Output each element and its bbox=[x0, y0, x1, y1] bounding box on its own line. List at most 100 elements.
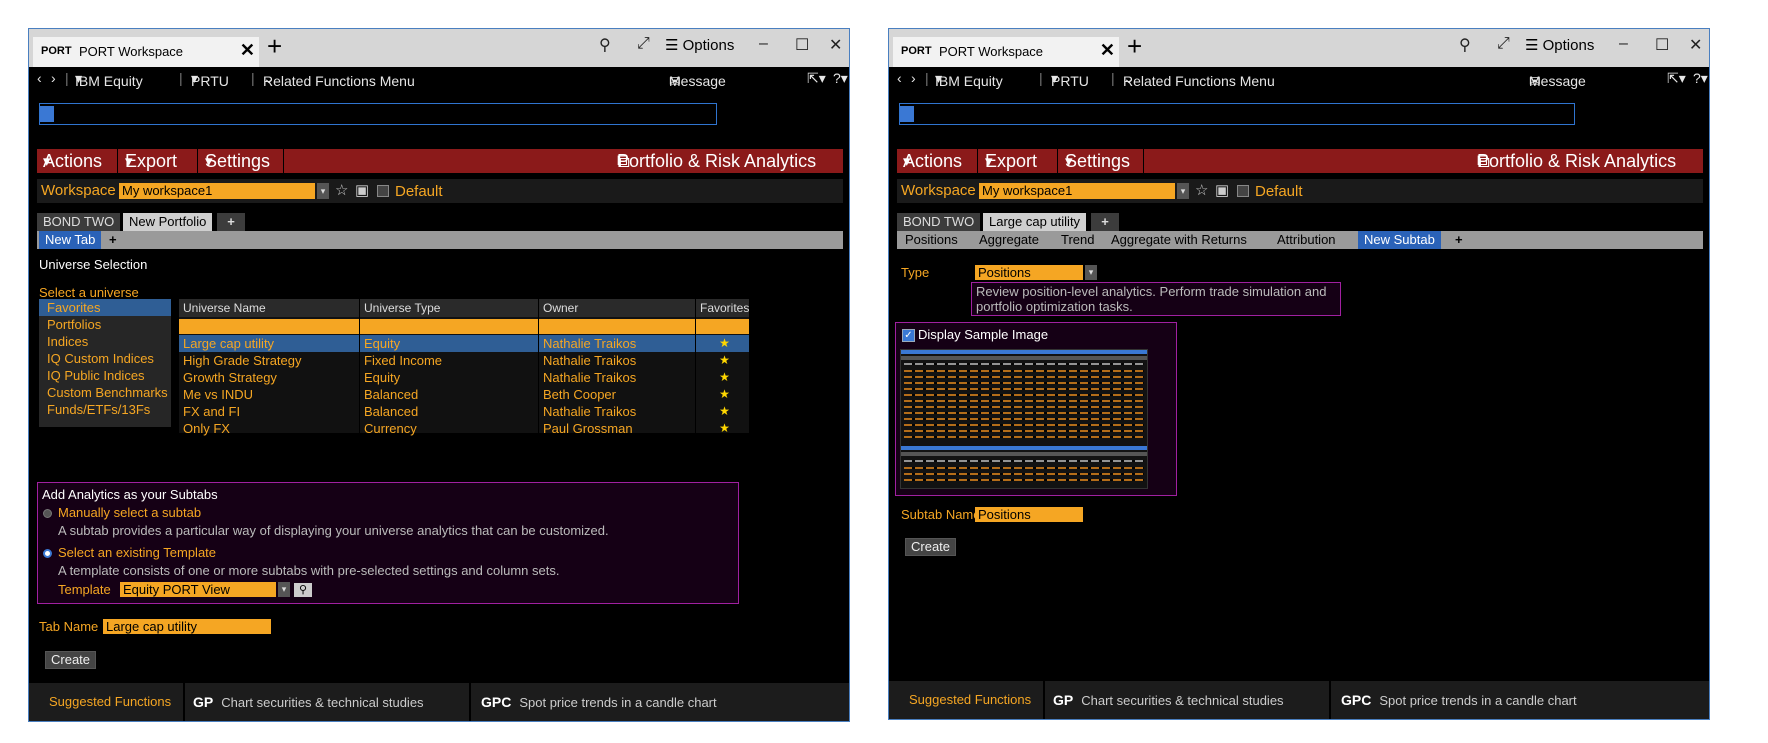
close-window-icon[interactable]: ✕ bbox=[1689, 35, 1702, 55]
subtab-aggregate-returns[interactable]: Aggregate with Returns bbox=[1111, 231, 1247, 249]
column-header[interactable]: Universe Type bbox=[360, 299, 538, 317]
universe-category-item[interactable]: Indices bbox=[39, 333, 171, 350]
subtab-positions[interactable]: Positions bbox=[905, 231, 958, 249]
back-icon[interactable]: ‹ bbox=[897, 70, 902, 86]
export-menu[interactable]: Export ▾ bbox=[985, 150, 1037, 171]
settings-menu[interactable]: Settings ▾ bbox=[1065, 150, 1130, 171]
new-window-tab-icon[interactable]: + bbox=[267, 31, 282, 62]
star-icon[interactable]: ☆ bbox=[1195, 181, 1208, 199]
related-functions-menu[interactable]: Related Functions Menu ⌄ bbox=[1123, 70, 1275, 89]
fullscreen-icon[interactable]: ⤢ bbox=[637, 35, 650, 53]
security-dropdown[interactable]: IBM Equity ▾ bbox=[935, 70, 1003, 89]
subtab-new-tab[interactable]: New Tab bbox=[39, 231, 102, 249]
table-row[interactable]: Me vs INDU Balanced Beth Cooper ★ bbox=[179, 386, 749, 403]
search-person-icon[interactable]: ⚲ bbox=[599, 35, 611, 55]
export-menu[interactable]: Export ▾ bbox=[125, 150, 177, 171]
window-tab[interactable]: PORT PORT Workspace ✕ bbox=[893, 37, 1119, 67]
back-icon[interactable]: ‹ bbox=[37, 70, 42, 86]
export-icon[interactable]: ⇱▾ bbox=[1667, 70, 1686, 87]
universe-category-item[interactable]: IQ Custom Indices bbox=[39, 350, 171, 367]
favorite-star-icon[interactable]: ★ bbox=[696, 369, 749, 386]
manual-subtab-label[interactable]: Manually select a subtab bbox=[58, 505, 201, 520]
new-window-tab-icon[interactable]: + bbox=[1127, 31, 1142, 62]
command-line[interactable] bbox=[899, 103, 1575, 125]
portfolio-tab[interactable]: BOND TWO bbox=[37, 213, 121, 231]
search-person-icon[interactable]: ⚲ bbox=[1459, 35, 1471, 55]
subtab-trend[interactable]: Trend bbox=[1061, 231, 1094, 249]
filter-input[interactable] bbox=[360, 319, 538, 334]
search-icon[interactable]: ⚲ bbox=[294, 583, 312, 597]
universe-category-item[interactable]: Portfolios bbox=[39, 316, 171, 333]
actions-menu[interactable]: Actions ▾ bbox=[903, 150, 962, 171]
function-dropdown[interactable]: PRTU ▾ bbox=[1051, 70, 1089, 89]
subtab-aggregate[interactable]: Aggregate bbox=[979, 231, 1039, 249]
subtab-new-subtab[interactable]: New Subtab bbox=[1358, 231, 1441, 249]
window-tab[interactable]: PORT PORT Workspace ✕ bbox=[33, 37, 259, 67]
manual-subtab-radio[interactable] bbox=[43, 509, 52, 518]
help-icon[interactable]: ?▾ bbox=[833, 70, 848, 87]
create-button[interactable]: Create bbox=[905, 538, 957, 556]
favorite-star-icon[interactable]: ★ bbox=[696, 386, 749, 403]
command-line[interactable] bbox=[39, 103, 717, 125]
add-subtab-icon[interactable]: + bbox=[1455, 231, 1463, 249]
universe-category-item[interactable]: Favorites bbox=[39, 299, 171, 316]
function-dropdown[interactable]: PRTU ▾ bbox=[191, 70, 229, 89]
existing-template-radio[interactable] bbox=[43, 549, 52, 558]
favorite-star-icon[interactable]: ★ bbox=[696, 335, 749, 352]
close-tab-icon[interactable]: ✕ bbox=[1100, 40, 1115, 61]
security-dropdown[interactable]: IBM Equity ▾ bbox=[75, 70, 143, 89]
subtab-name-input[interactable]: Positions bbox=[975, 507, 1083, 522]
table-row[interactable]: FX and FI Balanced Nathalie Traikos ★ bbox=[179, 403, 749, 420]
fullscreen-icon[interactable]: ⤢ bbox=[1497, 35, 1510, 53]
options-menu[interactable]: ☰ Options bbox=[1525, 36, 1594, 54]
suggested-function-gpc[interactable]: GPC Spot price trends in a candle chart bbox=[481, 683, 717, 721]
tab-name-input[interactable]: Large cap utility bbox=[103, 619, 271, 634]
help-icon[interactable]: ?▾ bbox=[1693, 70, 1708, 87]
filter-input[interactable] bbox=[539, 319, 695, 334]
chevron-down-icon[interactable]: ▾ bbox=[317, 183, 329, 199]
maximize-icon[interactable]: ☐ bbox=[795, 35, 809, 55]
portfolio-tab[interactable]: BOND TWO bbox=[897, 213, 981, 231]
actions-menu[interactable]: Actions ▾ bbox=[43, 150, 102, 171]
save-icon[interactable]: ▣ bbox=[1215, 181, 1229, 199]
favorite-star-icon[interactable]: ★ bbox=[696, 403, 749, 420]
existing-template-label[interactable]: Select an existing Template bbox=[58, 545, 216, 560]
maximize-icon[interactable]: ☐ bbox=[1655, 35, 1669, 55]
forward-icon[interactable]: › bbox=[51, 70, 56, 86]
favorite-star-icon[interactable]: ★ bbox=[696, 420, 749, 437]
filter-input[interactable] bbox=[179, 319, 359, 334]
table-row[interactable]: Large cap utility Equity Nathalie Traiko… bbox=[179, 335, 749, 352]
filter-input[interactable] bbox=[696, 319, 749, 334]
default-checkbox[interactable] bbox=[377, 185, 389, 197]
suggested-function-gp[interactable]: GP Chart securities & technical studies bbox=[193, 683, 424, 721]
chevron-down-icon[interactable]: ▾ bbox=[1085, 265, 1097, 280]
create-button[interactable]: Create bbox=[45, 651, 97, 669]
display-sample-checkbox[interactable]: ✓ bbox=[902, 329, 915, 342]
workspace-select[interactable]: My workspace1 bbox=[979, 183, 1175, 199]
portfolio-tab-active[interactable]: Large cap utility bbox=[983, 213, 1087, 231]
forward-icon[interactable]: › bbox=[911, 70, 916, 86]
suggested-function-gpc[interactable]: GPC Spot price trends in a candle chart bbox=[1341, 681, 1577, 719]
close-tab-icon[interactable]: ✕ bbox=[240, 40, 255, 61]
universe-category-item[interactable]: Funds/ETFs/13Fs bbox=[39, 401, 171, 418]
portfolio-tab-active[interactable]: New Portfolio bbox=[123, 213, 213, 231]
suggested-function-gp[interactable]: GP Chart securities & technical studies bbox=[1053, 681, 1284, 719]
column-header[interactable]: Universe Name bbox=[179, 299, 359, 317]
template-select[interactable]: Equity PORT View bbox=[120, 582, 276, 597]
universe-category-item[interactable]: Custom Benchmarks bbox=[39, 384, 171, 401]
settings-menu[interactable]: Settings ▾ bbox=[205, 150, 270, 171]
star-icon[interactable]: ☆ bbox=[335, 181, 348, 199]
favorite-star-icon[interactable]: ★ bbox=[696, 352, 749, 369]
column-header[interactable]: Owner bbox=[539, 299, 695, 317]
add-portfolio-tab-icon[interactable]: + bbox=[217, 213, 245, 231]
add-portfolio-tab-icon[interactable]: + bbox=[1091, 213, 1119, 231]
related-functions-menu[interactable]: Related Functions Menu ⌄ bbox=[263, 70, 415, 89]
universe-category-item[interactable]: IQ Public Indices bbox=[39, 367, 171, 384]
add-subtab-icon[interactable]: + bbox=[109, 231, 117, 249]
export-icon[interactable]: ⇱▾ bbox=[807, 70, 826, 87]
chevron-down-icon[interactable]: ▾ bbox=[1177, 183, 1189, 199]
table-row[interactable]: High Grade Strategy Fixed Income Nathali… bbox=[179, 352, 749, 369]
subtab-attribution[interactable]: Attribution bbox=[1277, 231, 1336, 249]
column-header[interactable]: Favorites bbox=[696, 299, 749, 317]
minimize-icon[interactable]: – bbox=[759, 35, 768, 53]
